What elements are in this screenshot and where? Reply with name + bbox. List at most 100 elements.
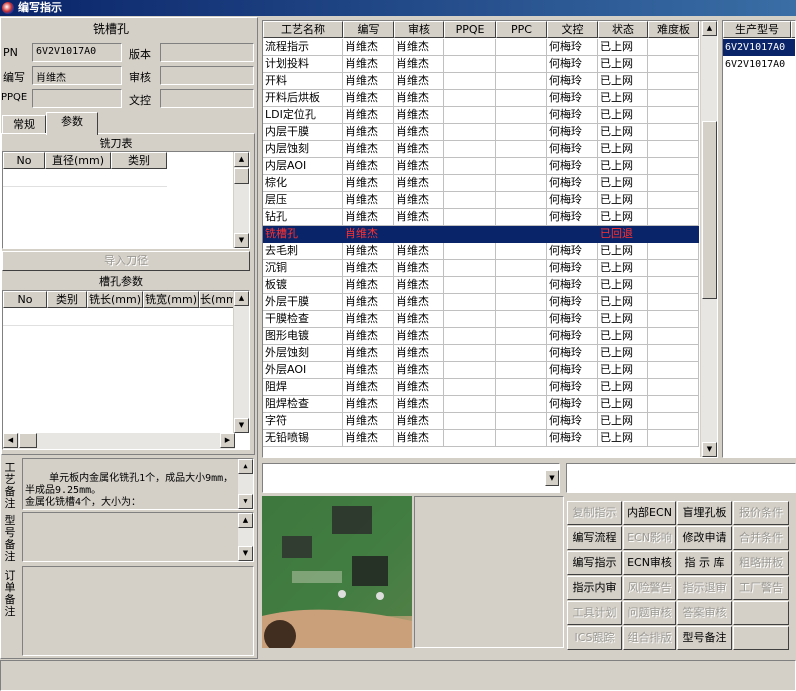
action-button[interactable]: ICS跟踪	[567, 626, 622, 650]
action-button[interactable]: 指示退审	[677, 576, 732, 600]
grid-col-header[interactable]: 审核	[394, 21, 444, 38]
action-button[interactable]	[733, 626, 789, 650]
table-row[interactable]: 内层蚀刻 肖维杰 肖维杰 何梅玲 已上网	[263, 141, 699, 158]
process-note-box[interactable]: 单元板内金属化铣孔1个，成品大小9mm，半成品9.25mm。 金属化铣槽4个，大…	[22, 458, 254, 510]
scroll-down-icon[interactable]: ▼	[238, 546, 253, 561]
cutter-col-no[interactable]: No	[3, 152, 45, 169]
action-button[interactable]: 组合排版	[623, 626, 676, 650]
action-button[interactable]: 指示内审	[567, 576, 622, 600]
grid-col-header[interactable]: 工艺名称	[263, 21, 343, 38]
scroll-down-icon[interactable]: ▼	[238, 494, 253, 509]
action-button[interactable]: ECN影响	[623, 526, 676, 550]
table-row[interactable]: 外层干膜 肖维杰 肖维杰 何梅玲 已上网	[263, 294, 699, 311]
table-row[interactable]: 沉铜 肖维杰 肖维杰 何梅玲 已上网	[263, 260, 699, 277]
table-row[interactable]: 铣槽孔 肖维杰 已回退	[263, 226, 699, 243]
action-button[interactable]: 复制指示	[567, 501, 622, 525]
scroll-left-icon[interactable]: ◀	[3, 433, 18, 448]
scroll-up-icon[interactable]: ▲	[238, 459, 253, 474]
model-note-scrollbar[interactable]: ▲ ▼	[237, 513, 253, 561]
grid-col-header[interactable]: PPQE	[444, 21, 496, 38]
model-list-header-extra[interactable]	[791, 21, 795, 38]
action-button[interactable]: ECN审核	[623, 551, 676, 575]
table-row[interactable]: LDI定位孔 肖维杰 肖维杰 何梅玲 已上网	[263, 107, 699, 124]
action-button[interactable]: 问题审核	[623, 601, 676, 625]
scroll-down-icon[interactable]: ▼	[702, 442, 717, 457]
action-button[interactable]: 合并条件	[733, 526, 789, 550]
ppqe-field[interactable]	[32, 89, 122, 108]
scroll-up-icon[interactable]: ▲	[238, 513, 253, 528]
scroll-right-icon[interactable]: ▶	[220, 433, 235, 448]
model-item[interactable]: 6V2V1017A0	[723, 56, 795, 73]
grid-col-header[interactable]: 编写	[343, 21, 394, 38]
slot-col-width[interactable]: 铣宽(mm)	[143, 291, 199, 308]
table-row[interactable]: 内层干膜 肖维杰 肖维杰 何梅玲 已上网	[263, 124, 699, 141]
action-button[interactable]: 盲埋孔板	[677, 501, 732, 525]
action-button[interactable]: 粗略拼板	[733, 551, 789, 575]
import-cutter-button[interactable]: 导入刀径	[2, 251, 250, 271]
model-list-header[interactable]: 生产型号	[723, 21, 791, 38]
table-row[interactable]: 层压 肖维杰 肖维杰 何梅玲 已上网	[263, 192, 699, 209]
slot-hscrollbar[interactable]: ◀ ▶	[3, 433, 235, 449]
tab-params[interactable]: 参数	[46, 112, 98, 135]
chevron-down-icon[interactable]: ▼	[545, 470, 559, 486]
grid-col-header[interactable]: 文控	[547, 21, 598, 38]
review-field[interactable]	[160, 66, 254, 85]
pn-field[interactable]: 6V2V1017A0	[32, 43, 122, 62]
table-row[interactable]: 外层蚀刻 肖维杰 肖维杰 何梅玲 已上网	[263, 345, 699, 362]
model-note-box[interactable]: ▲ ▼	[22, 512, 254, 562]
scroll-up-icon[interactable]: ▲	[234, 291, 249, 306]
table-row[interactable]: 开料后烘板 肖维杰 肖维杰 何梅玲 已上网	[263, 90, 699, 107]
scroll-thumb[interactable]	[19, 433, 37, 448]
table-row[interactable]: 干膜检查 肖维杰 肖维杰 何梅玲 已上网	[263, 311, 699, 328]
table-row[interactable]: 板镀 肖维杰 肖维杰 何梅玲 已上网	[263, 277, 699, 294]
scroll-down-icon[interactable]: ▼	[234, 418, 249, 433]
cutter-col-type[interactable]: 类别	[111, 152, 167, 169]
table-row[interactable]: 无铅喷锡 肖维杰 肖维杰 何梅玲 已上网	[263, 430, 699, 447]
table-row[interactable]: 流程指示 肖维杰 肖维杰 何梅玲 已上网	[263, 39, 699, 56]
table-row[interactable]: 外层AOI 肖维杰 肖维杰 何梅玲 已上网	[263, 362, 699, 379]
action-button[interactable]: 指 示 库	[677, 551, 732, 575]
action-button[interactable]: 编写指示	[567, 551, 622, 575]
model-combo[interactable]	[566, 463, 796, 493]
table-row[interactable]: 棕化 肖维杰 肖维杰 何梅玲 已上网	[263, 175, 699, 192]
action-button[interactable]: 修改申请	[677, 526, 732, 550]
action-button[interactable]: 报价条件	[733, 501, 789, 525]
version-field[interactable]	[160, 43, 254, 62]
action-button[interactable]: 型号备注	[677, 626, 732, 650]
table-row[interactable]: 图形电镀 肖维杰 肖维杰 何梅玲 已上网	[263, 328, 699, 345]
model-item-selected[interactable]: 6V2V1017A0	[723, 39, 795, 56]
scroll-down-icon[interactable]: ▼	[234, 233, 249, 248]
table-row[interactable]: 计划投料 肖维杰 肖维杰 何梅玲 已上网	[263, 56, 699, 73]
table-row[interactable]: 内层AOI 肖维杰 肖维杰 何梅玲 已上网	[263, 158, 699, 175]
table-row[interactable]: 字符 肖维杰 肖维杰 何梅玲 已上网	[263, 413, 699, 430]
table-row[interactable]: 开料 肖维杰 肖维杰 何梅玲 已上网	[263, 73, 699, 90]
slot-col-length[interactable]: 铣长(mm)	[87, 291, 143, 308]
action-button[interactable]	[733, 601, 789, 625]
tab-general[interactable]: 常规	[2, 115, 46, 135]
scroll-up-icon[interactable]: ▲	[702, 21, 717, 36]
scroll-thumb[interactable]	[702, 121, 717, 299]
slot-col-long[interactable]: 长(mm	[199, 291, 235, 308]
writer-field[interactable]: 肖维杰	[32, 66, 122, 85]
grid-col-header[interactable]: 难度板	[648, 21, 699, 38]
table-row[interactable]: 阻焊检查 肖维杰 肖维杰 何梅玲 已上网	[263, 396, 699, 413]
action-button[interactable]: 编写流程	[567, 526, 622, 550]
table-row[interactable]: 钻孔 肖维杰 肖维杰 何梅玲 已上网	[263, 209, 699, 226]
action-button[interactable]: 工具计划	[567, 601, 622, 625]
grid-scrollbar[interactable]: ▲ ▼	[700, 21, 717, 457]
cutter-col-diameter[interactable]: 直径(mm)	[45, 152, 111, 169]
action-button[interactable]: 答案审核	[677, 601, 732, 625]
grid-col-header[interactable]: PPC	[496, 21, 547, 38]
cutter-scrollbar[interactable]: ▲ ▼	[233, 152, 249, 248]
grid-col-header[interactable]: 状态	[598, 21, 648, 38]
scroll-thumb[interactable]	[234, 168, 249, 184]
process-combo[interactable]: ▼	[262, 463, 560, 493]
action-button[interactable]: 风险警告	[623, 576, 676, 600]
action-button[interactable]: 工厂警告	[733, 576, 789, 600]
slot-col-no[interactable]: No	[3, 291, 47, 308]
slot-vscrollbar[interactable]: ▲ ▼	[233, 291, 249, 433]
table-row[interactable]: 去毛刺 肖维杰 肖维杰 何梅玲 已上网	[263, 243, 699, 260]
scroll-up-icon[interactable]: ▲	[234, 152, 249, 167]
doccontrol-field[interactable]	[160, 89, 254, 108]
slot-col-type[interactable]: 类别	[47, 291, 87, 308]
